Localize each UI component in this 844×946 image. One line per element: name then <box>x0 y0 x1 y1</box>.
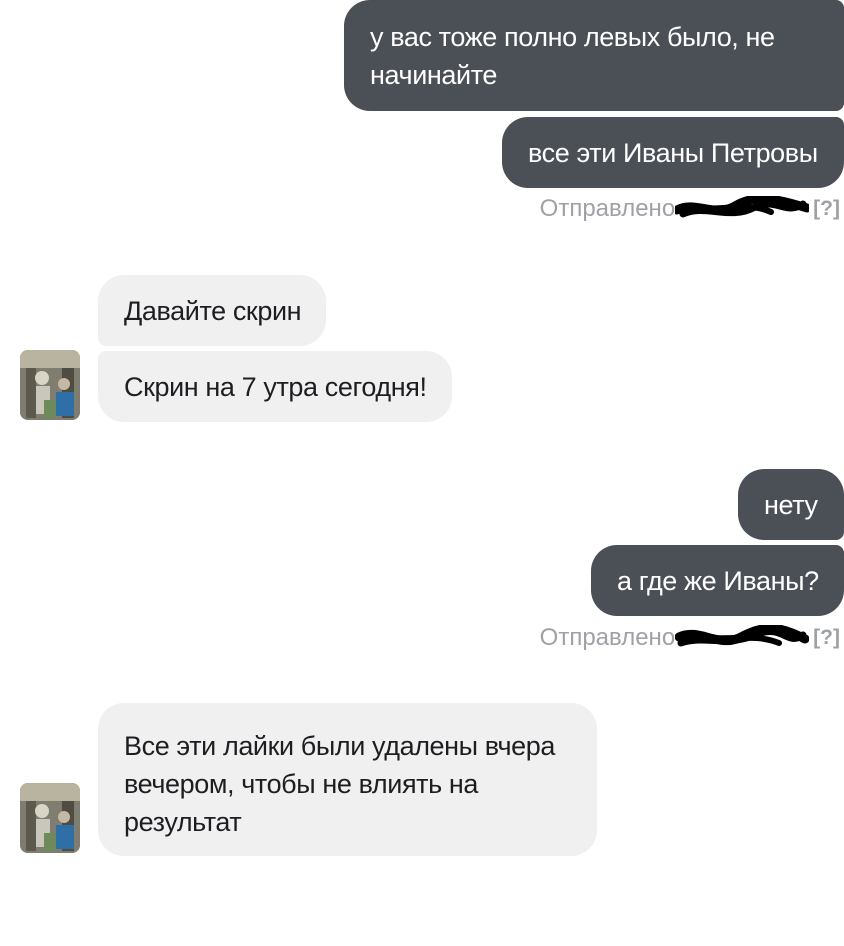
outgoing-message[interactable]: а где же Иваны? <box>591 545 844 616</box>
chat-thread: у вас тоже полно левых было, не начинайт… <box>0 0 844 946</box>
user-avatar[interactable] <box>20 350 80 420</box>
help-link[interactable]: [?] <box>813 197 840 221</box>
incoming-message[interactable]: Скрин на 7 утра сегодня! <box>98 351 452 422</box>
outgoing-message[interactable]: у вас тоже полно левых было, не начинайт… <box>344 0 844 111</box>
redaction-scribble-icon <box>675 625 810 647</box>
sent-status: Отправлено [?] <box>540 624 840 652</box>
avatar-photo-icon <box>20 350 80 420</box>
sent-status-label: Отправлено <box>539 195 676 222</box>
outgoing-message[interactable]: нету <box>738 469 844 540</box>
outgoing-message[interactable]: все эти Иваны Петровы <box>502 117 844 188</box>
incoming-message[interactable]: Все эти лайки были удалены вчера вечером… <box>98 703 597 856</box>
help-link[interactable]: [?] <box>813 626 840 650</box>
redaction-scribble-icon <box>675 196 810 218</box>
incoming-message[interactable]: Давайте скрин <box>98 275 326 346</box>
sent-status: Отправлено [?] <box>540 195 840 223</box>
sent-status-label: Отправлено <box>539 624 676 651</box>
avatar-photo-icon <box>20 783 80 853</box>
user-avatar[interactable] <box>20 783 80 853</box>
